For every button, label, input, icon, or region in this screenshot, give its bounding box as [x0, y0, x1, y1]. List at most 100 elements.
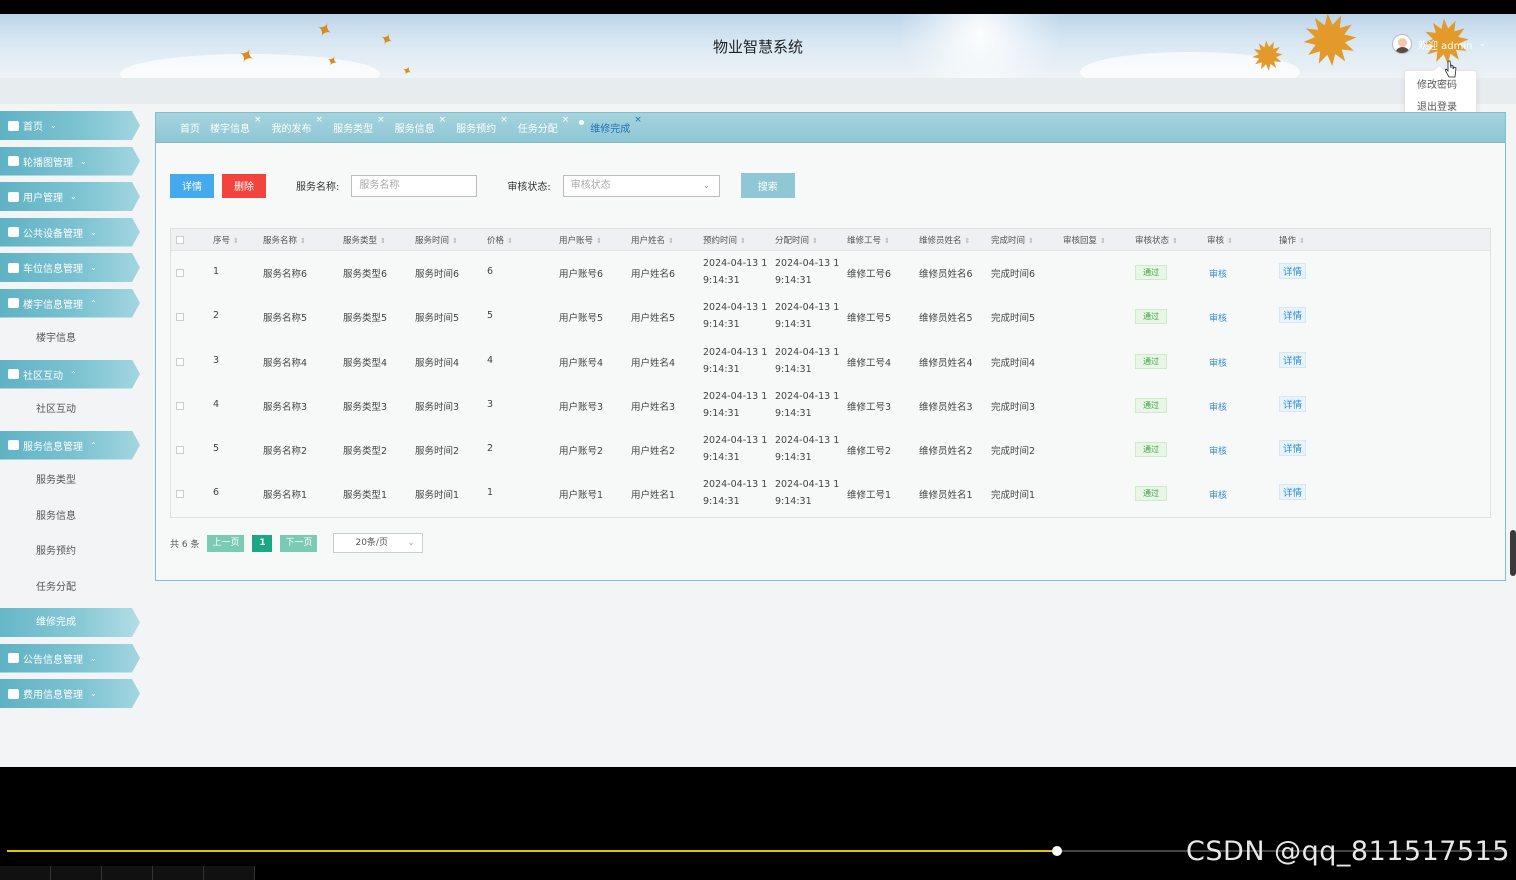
sidebar-nav-item[interactable]: 首页 ⌄ — [0, 111, 142, 140]
chevron-down-icon: ⌄ — [90, 689, 97, 698]
assign-time-cell: 9:14:31 — [775, 275, 812, 286]
column-header[interactable]: 维修工号 ⇕ — [847, 234, 890, 246]
row-detail-button[interactable]: 详情 — [1279, 395, 1307, 412]
audit-link[interactable]: 审核 — [1209, 356, 1227, 369]
table-row[interactable]: 4 服务名称3 服务类型3 服务时间3 3 用户账号3 用户姓名3 维修工号3 维修员姓名3 完成… — [171, 384, 1490, 428]
prev-page-button[interactable]: 上一页 — [207, 534, 245, 552]
row-checkbox[interactable] — [176, 401, 184, 410]
row-detail-button[interactable]: 详情 — [1279, 263, 1307, 279]
sidebar-nav-item[interactable]: 车位信息管理 ⌄ — [0, 253, 142, 282]
column-header[interactable]: 审核 ⇕ — [1207, 234, 1233, 246]
column-header[interactable]: 服务名称 ⇕ — [263, 234, 306, 246]
row-detail-button[interactable]: 详情 — [1279, 307, 1307, 324]
filter-toolbar: 详情 删除 服务名称: 服务名称 审核状态: 审核状态 ⌄ 搜索 — [170, 173, 795, 198]
table-row[interactable]: 2 服务名称5 服务类型5 服务时间5 5 用户账号5 用户姓名5 维修工号5 维修员姓名5 完成… — [171, 295, 1490, 339]
row-checkbox[interactable] — [176, 490, 184, 499]
tab-item[interactable]: 服务预约 × — [456, 115, 508, 135]
row-checkbox[interactable] — [176, 269, 184, 277]
tab-item[interactable]: 服务类型 × — [333, 115, 385, 135]
booking-time-cell: 9:14:31 — [703, 275, 740, 286]
sidebar-nav-item[interactable]: 服务信息管理 ⌃ — [0, 430, 142, 460]
sidebar-nav-item[interactable]: 社区互动 ⌃ — [0, 359, 142, 389]
change-password-menu-item[interactable]: 修改密码 — [1405, 75, 1476, 97]
assign-time-cell: 2024-04-13 1 — [775, 479, 840, 491]
sidebar-nav-item[interactable]: 公共设备管理 ⌄ — [0, 217, 142, 247]
tab-item[interactable]: 楼宇信息 × — [210, 115, 262, 135]
scrollbar-thumb[interactable] — [1510, 530, 1516, 576]
column-header[interactable]: 完成时间 ⇕ — [991, 234, 1034, 246]
row-checkbox[interactable] — [176, 357, 184, 366]
tab-item[interactable]: 维修完成 × — [579, 115, 642, 135]
search-button[interactable]: 搜索 — [740, 173, 795, 198]
sidebar-subitem[interactable]: 服务类型 — [0, 466, 142, 495]
row-checkbox[interactable] — [176, 313, 184, 322]
audit-link[interactable]: 审核 — [1209, 400, 1227, 413]
row-detail-button[interactable]: 详情 — [1279, 351, 1307, 368]
column-header[interactable]: 预约时间 ⇕ — [703, 234, 746, 246]
column-header[interactable]: 用户账号 ⇕ — [559, 234, 602, 246]
sidebar-subitem[interactable]: 任务分配 — [0, 573, 142, 602]
audit-link[interactable]: 审核 — [1209, 488, 1227, 501]
tab-item[interactable]: 首页 — [180, 120, 200, 135]
sidebar-nav-item[interactable]: 费用信息管理 ⌄ — [0, 679, 142, 708]
column-header[interactable]: 分配时间 ⇕ — [775, 234, 818, 246]
sidebar-subitem[interactable]: 社区互动 — [0, 395, 142, 424]
video-progress-knob[interactable] — [1052, 846, 1062, 856]
notice-icon — [8, 653, 19, 663]
close-icon[interactable]: × — [562, 115, 570, 125]
service-name-input[interactable]: 服务名称 — [351, 174, 478, 197]
close-icon[interactable]: × — [316, 115, 324, 125]
close-icon[interactable]: × — [439, 115, 447, 125]
tab-item[interactable]: 任务分配 × — [518, 115, 570, 135]
sort-icon: ⇕ — [452, 236, 458, 245]
column-header[interactable]: 序号 ⇕ — [213, 234, 239, 246]
tab-item[interactable]: 我的发布 × — [272, 115, 324, 135]
assign-time-cell: 2024-04-13 1 — [775, 302, 840, 314]
audit-link[interactable]: 审核 — [1209, 267, 1227, 280]
table-cell: 4 — [487, 354, 494, 366]
sidebar-subitem[interactable]: 维修完成 — [0, 608, 142, 637]
audit-status-select[interactable]: 审核状态 ⌄ — [562, 174, 720, 197]
table-row[interactable]: 6 服务名称1 服务类型1 服务时间1 1 用户账号1 用户姓名1 维修工号1 维修员姓名1 完成… — [171, 472, 1490, 516]
row-checkbox[interactable] — [176, 446, 184, 455]
sidebar-subitem-label: 楼宇信息 — [36, 333, 76, 344]
row-detail-button[interactable]: 详情 — [1279, 440, 1307, 457]
sidebar-nav-item[interactable]: 楼宇信息管理 ⌃ — [0, 288, 142, 318]
column-header[interactable]: 操作 ⇕ — [1279, 234, 1305, 246]
next-page-button[interactable]: 下一页 — [280, 534, 318, 552]
column-header[interactable]: 审核状态 ⇕ — [1135, 234, 1178, 246]
table-row[interactable]: 5 服务名称2 服务类型2 服务时间2 2 用户账号2 用户姓名2 维修工号2 维修员姓名2 完成… — [171, 428, 1490, 472]
column-header[interactable]: 审核回复 ⇕ — [1063, 234, 1106, 246]
close-icon[interactable]: × — [254, 115, 262, 125]
column-header[interactable]: 服务类型 ⇕ — [343, 234, 386, 246]
select-all-checkbox[interactable] — [176, 235, 184, 244]
table-row[interactable]: 1 服务名称6 服务类型6 服务时间6 6 用户账号6 用户姓名6 维修工号6 维修员姓名6 完成… — [171, 251, 1490, 295]
delete-button[interactable]: 删除 — [222, 173, 266, 198]
table-cell: 维修工号6 — [847, 269, 892, 280]
data-table: 序号 ⇕ 服务名称 ⇕ 服务类型 ⇕ 服务时间 ⇕ 价格 ⇕ 用户账号 ⇕ 用户姓名 ⇕ 预约时间 ⇕ 分配时间… — [170, 228, 1491, 518]
close-icon[interactable]: × — [634, 115, 642, 125]
user-menu-trigger[interactable]: 欢迎 admin ⌄ — [1392, 34, 1486, 54]
sidebar-subitem[interactable]: 楼宇信息 — [0, 324, 142, 353]
audit-link[interactable]: 审核 — [1209, 444, 1227, 457]
column-header[interactable]: 服务时间 ⇕ — [415, 234, 458, 246]
tab-item[interactable]: 服务信息 × — [395, 115, 447, 135]
column-header[interactable]: 维修员姓名 ⇕ — [919, 234, 970, 246]
row-detail-button[interactable]: 详情 — [1279, 484, 1307, 501]
sidebar-subitem[interactable]: 服务信息 — [0, 502, 142, 531]
status-badge: 通过 — [1135, 353, 1167, 369]
detail-button[interactable]: 详情 — [170, 173, 214, 198]
close-icon[interactable]: × — [377, 115, 385, 125]
table-row[interactable]: 3 服务名称4 服务类型4 服务时间4 4 用户账号4 用户姓名4 维修工号4 维修员姓名4 完成… — [171, 340, 1490, 384]
column-header[interactable]: 用户姓名 ⇕ — [631, 234, 674, 246]
sidebar-nav-item[interactable]: 轮播图管理 ⌄ — [0, 146, 142, 176]
sidebar-subitem[interactable]: 服务预约 — [0, 537, 142, 566]
column-header[interactable]: 价格 ⇕ — [487, 234, 513, 246]
audit-link[interactable]: 审核 — [1209, 311, 1227, 324]
page-size-select[interactable]: 20条/页 ⌄ — [333, 533, 424, 553]
sidebar-nav-item[interactable]: 公告信息管理 ⌄ — [0, 643, 142, 673]
close-icon[interactable]: × — [500, 115, 508, 125]
sidebar-nav-item[interactable]: 用户管理 ⌄ — [0, 182, 142, 211]
page-number-current[interactable]: 1 — [252, 534, 273, 552]
app-window: ✦ ✦ ✦ ✦ ✦ ✹ ✹ ✹ 物业智慧系统 欢迎 admin ⌄ 修改密码 退… — [0, 14, 1516, 767]
